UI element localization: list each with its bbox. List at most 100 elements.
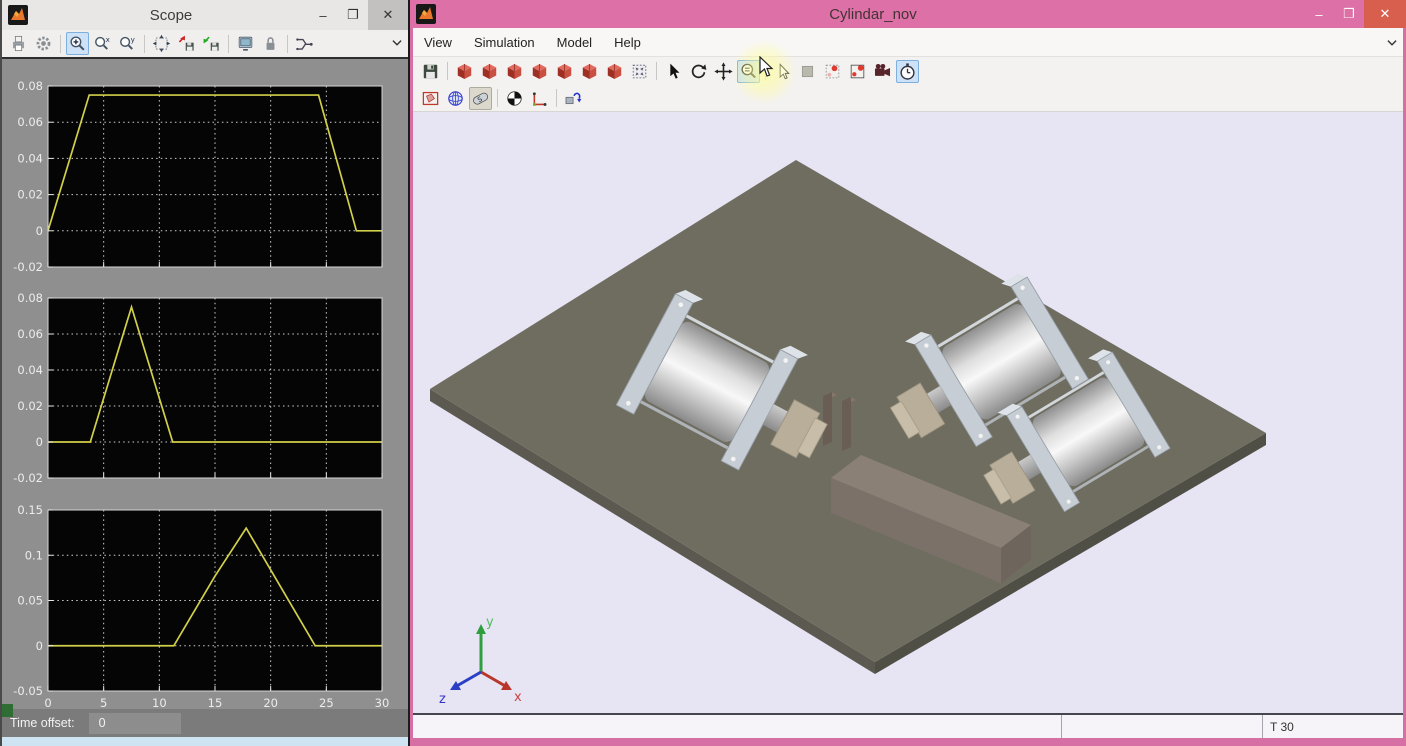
svg-text:0.08: 0.08 [17, 291, 43, 305]
svg-text:0.02: 0.02 [17, 188, 43, 202]
toolbar-separator [60, 35, 61, 53]
menu-help[interactable]: Help [603, 35, 652, 50]
axis-triad: y x z [439, 615, 522, 707]
model-close-button[interactable]: ✕ [1364, 0, 1406, 28]
svg-text:-0.02: -0.02 [13, 471, 43, 485]
scope-plot-1[interactable]: 0.080.060.040.020-0.02 [2, 86, 402, 271]
scope-statusbar: Time offset: 0 [2, 709, 408, 737]
model-maximize-button[interactable]: ❐ [1334, 0, 1364, 28]
wireframe-display-icon[interactable] [444, 87, 467, 110]
scope-minimize-button[interactable]: – [308, 0, 338, 30]
signal-selector-icon[interactable] [293, 32, 316, 55]
svg-text:0.1: 0.1 [25, 548, 43, 562]
ellipsoid-display-icon[interactable]: S [469, 87, 492, 110]
record-animation-icon[interactable] [871, 60, 894, 83]
realtime-animation-icon[interactable] [896, 60, 919, 83]
menubar-overflow-icon[interactable] [1385, 36, 1399, 50]
svg-text:x: x [106, 35, 110, 44]
rotate-view-icon[interactable] [687, 60, 710, 83]
scope-close-button[interactable]: ✕ [368, 0, 408, 30]
scope-maximize-button[interactable]: ❐ [338, 0, 368, 30]
model-toolbar-row2: S [413, 85, 1403, 112]
scope-bottom-border [2, 737, 408, 746]
svg-text:0.02: 0.02 [17, 399, 43, 413]
svg-text:10: 10 [152, 696, 167, 710]
svg-text:5: 5 [100, 696, 107, 710]
svg-text:0.15: 0.15 [17, 503, 43, 517]
cube-view-7-icon[interactable] [603, 60, 626, 83]
print-icon[interactable] [7, 32, 30, 55]
svg-text:0: 0 [36, 224, 43, 238]
model-statusbar: T 30 [413, 713, 1403, 738]
model-window: Cylindar_nov – ❐ ✕ View Simulation Model… [410, 0, 1406, 746]
screen: Scope – ❐ ✕ xy 0.080.060.040.020-0.02 0.… [0, 0, 1406, 746]
status-cell-2 [1062, 715, 1263, 738]
stop-display-icon[interactable] [796, 60, 819, 83]
time-offset-label: Time offset: [10, 716, 75, 730]
model-toolbar-row1 [413, 57, 1403, 85]
svg-text:0.08: 0.08 [17, 79, 43, 93]
axis-z-label: z [439, 692, 446, 707]
mouse-cursor [757, 56, 777, 78]
svg-text:0: 0 [36, 435, 43, 449]
toolbar-separator [144, 35, 145, 53]
menu-view[interactable]: View [413, 35, 463, 50]
model-minimize-button[interactable]: – [1304, 0, 1334, 28]
svg-text:-0.05: -0.05 [13, 684, 43, 698]
svg-text:0.05: 0.05 [17, 594, 43, 608]
machine-scene: y x z [413, 112, 1403, 713]
parameters-icon[interactable] [32, 32, 55, 55]
status-cell-time: T 30 [1263, 715, 1403, 738]
svg-text:0.06: 0.06 [17, 327, 43, 341]
toolbar-overflow-icon[interactable] [390, 36, 404, 50]
scope-titlebar[interactable]: Scope – ❐ ✕ [2, 0, 408, 30]
machine-display-solid-icon[interactable] [846, 60, 869, 83]
cube-view-1-icon[interactable] [453, 60, 476, 83]
scope-plot-3[interactable]: 0.150.10.050-0.05051015202530 [2, 510, 402, 713]
machine-display-dashed-icon[interactable] [821, 60, 844, 83]
restore-axes-settings-icon[interactable] [200, 32, 223, 55]
lock-axes-icon[interactable] [259, 32, 282, 55]
autoscale-icon[interactable] [150, 32, 173, 55]
matlab-icon [416, 4, 436, 24]
scope-window: Scope – ❐ ✕ xy 0.080.060.040.020-0.02 0.… [0, 0, 408, 746]
zoom-y-icon[interactable]: y [116, 32, 139, 55]
svg-text:0: 0 [44, 696, 51, 710]
convex-hull-display-icon[interactable] [419, 87, 442, 110]
zoom-icon[interactable] [66, 32, 89, 55]
toolbar-separator [497, 89, 498, 107]
svg-text:15: 15 [208, 696, 223, 710]
select-mode-icon[interactable] [662, 60, 685, 83]
toolbar-separator [228, 35, 229, 53]
menu-simulation[interactable]: Simulation [463, 35, 546, 50]
svg-text:25: 25 [319, 696, 334, 710]
cube-view-6-icon[interactable] [578, 60, 601, 83]
status-cell-1 [413, 715, 1062, 738]
toolbar-separator [556, 89, 557, 107]
scope-plot-2[interactable]: 0.080.060.040.020-0.02 [2, 298, 402, 482]
3d-viewport[interactable]: y x z [413, 112, 1403, 713]
menu-model[interactable]: Model [546, 35, 603, 50]
fit-to-view-icon[interactable] [628, 60, 651, 83]
svg-text:0.06: 0.06 [17, 115, 43, 129]
scope-window-title: Scope [34, 7, 308, 24]
update-machine-icon[interactable] [562, 87, 585, 110]
cube-view-2-icon[interactable] [478, 60, 501, 83]
axis-y-label: y [486, 615, 494, 630]
toolbar-separator [447, 62, 448, 80]
cube-view-5-icon[interactable] [553, 60, 576, 83]
model-titlebar[interactable]: Cylindar_nov – ❐ ✕ [410, 0, 1406, 28]
cube-view-3-icon[interactable] [503, 60, 526, 83]
pan-view-icon[interactable] [712, 60, 735, 83]
coordinate-frames-display-icon[interactable] [528, 87, 551, 110]
save-axes-settings-icon[interactable] [175, 32, 198, 55]
cg-display-icon[interactable] [503, 87, 526, 110]
svg-text:y: y [131, 35, 135, 44]
save-icon[interactable] [419, 60, 442, 83]
cube-view-4-icon[interactable] [528, 60, 551, 83]
floating-scope-icon[interactable] [234, 32, 257, 55]
scope-toolbar: xy [2, 30, 408, 59]
time-offset-value: 0 [89, 713, 181, 734]
zoom-x-icon[interactable]: x [91, 32, 114, 55]
toolbar-separator [287, 35, 288, 53]
